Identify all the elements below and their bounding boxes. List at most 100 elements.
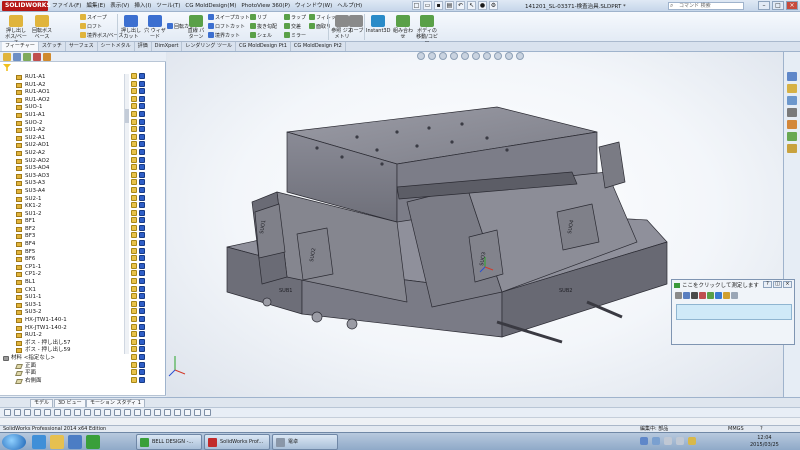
measure-selection-field[interactable] xyxy=(676,304,792,320)
hole-wizard-button[interactable]: 穴 ウィザード xyxy=(144,15,166,40)
tree-item[interactable]: RU1-2 xyxy=(0,332,125,340)
maximize-button[interactable]: □ xyxy=(772,1,784,10)
custom-properties-icon[interactable] xyxy=(787,132,797,141)
tree-item[interactable]: SU1-A2 xyxy=(0,127,125,135)
menu-view[interactable]: 表示(V) xyxy=(110,2,129,10)
sweep-cut-button[interactable]: スイープカット xyxy=(208,14,250,21)
save-icon[interactable]: ▪ xyxy=(434,1,443,10)
property-manager-icon[interactable] xyxy=(13,53,21,61)
arc-tool-icon[interactable] xyxy=(34,409,41,416)
new-icon[interactable]: □ xyxy=(412,1,421,10)
configuration-manager-icon[interactable] xyxy=(23,53,31,61)
mirror-button[interactable]: ミラー xyxy=(284,32,306,39)
tree-item[interactable]: RU1-AO1 xyxy=(0,89,125,97)
chamfer-sketch-icon[interactable] xyxy=(154,409,161,416)
text-tool-icon[interactable] xyxy=(134,409,141,416)
tab-render-tools[interactable]: レンダリング ツール xyxy=(182,42,237,51)
design-library-icon[interactable] xyxy=(787,84,797,93)
history-icon[interactable] xyxy=(715,292,722,299)
spline-tool-icon[interactable] xyxy=(44,409,51,416)
loft-cut-button[interactable]: ロフトカット xyxy=(208,23,245,30)
menu-photoview[interactable]: PhotoView 360(P) xyxy=(241,2,290,10)
view-palette-icon[interactable] xyxy=(787,108,797,117)
sketch-more-icon[interactable] xyxy=(204,409,211,416)
explorer-icon[interactable] xyxy=(50,435,64,449)
options-icon[interactable]: ⚙ xyxy=(489,1,498,10)
offset-tool-icon[interactable] xyxy=(94,409,101,416)
boundary-cut-button[interactable]: 境界カット xyxy=(208,32,240,39)
fillet-sketch-icon[interactable] xyxy=(144,409,151,416)
ellipse-tool-icon[interactable] xyxy=(194,409,201,416)
open-icon[interactable]: ▭ xyxy=(423,1,432,10)
polygon-tool-icon[interactable] xyxy=(184,409,191,416)
ie-icon[interactable] xyxy=(32,435,46,449)
search-input[interactable]: ⌕ コマンド 検索 xyxy=(668,2,744,10)
start-button[interactable] xyxy=(2,434,26,450)
menu-insert[interactable]: 挿入(I) xyxy=(134,2,151,10)
undo-icon[interactable]: ↶ xyxy=(456,1,465,10)
centerline-tool-icon[interactable] xyxy=(164,409,171,416)
linear-pattern-button[interactable]: 直線 パターン xyxy=(186,15,206,40)
flag-icon[interactable] xyxy=(688,437,696,445)
tree-item[interactable]: ボス - 押し出し59 xyxy=(0,347,125,355)
taskbar-calculator[interactable]: 電卓 xyxy=(272,434,338,450)
excel-icon[interactable] xyxy=(86,435,100,449)
rebuild-icon[interactable]: ● xyxy=(478,1,487,10)
clock[interactable]: 12:04 2015/03/25 xyxy=(750,435,779,449)
graphics-area[interactable]: SUO1 SUO2 SUO3 SUO4 SUB1 SUB2 xyxy=(167,52,783,397)
point-tool-icon[interactable] xyxy=(54,409,61,416)
tree-item[interactable]: RU1-A1 xyxy=(0,74,125,82)
tree-item[interactable]: SU1-1 xyxy=(0,294,125,302)
wrap-button[interactable]: ラップ xyxy=(284,14,306,21)
point-to-point-icon[interactable] xyxy=(699,292,706,299)
loft-button[interactable]: ロフト xyxy=(80,23,102,30)
projection-icon[interactable] xyxy=(707,292,714,299)
pattern-sketch-icon[interactable] xyxy=(114,409,121,416)
resources-icon[interactable] xyxy=(787,72,797,81)
print-icon[interactable]: ▤ xyxy=(445,1,454,10)
tab-evaluate[interactable]: 評価 xyxy=(135,42,152,51)
taskbar-bell-design[interactable]: BELL DESIGN -... xyxy=(136,434,202,450)
network-icon[interactable] xyxy=(664,437,672,445)
appearances-icon[interactable] xyxy=(787,120,797,129)
tree-item[interactable]: BF4 xyxy=(0,241,125,249)
tree-item[interactable]: SU2-A1 xyxy=(0,135,125,143)
mirror-sketch-icon[interactable] xyxy=(104,409,111,416)
tree-item[interactable]: SUO-1 xyxy=(0,104,125,112)
tree-item[interactable]: SU2-A2 xyxy=(0,150,125,158)
tree-item[interactable]: RU1-A2 xyxy=(0,82,125,90)
tree-item[interactable]: BL1 xyxy=(0,279,125,287)
dimension-tool-icon[interactable] xyxy=(64,409,71,416)
rectangle-tool-icon[interactable] xyxy=(14,409,21,416)
shell-button[interactable]: シェル xyxy=(250,32,272,39)
part-model[interactable]: SUO1 SUO2 SUO3 SUO4 SUB1 SUB2 xyxy=(167,52,783,397)
select-icon[interactable]: ↖ xyxy=(467,1,476,10)
convert-entities-icon[interactable] xyxy=(124,409,131,416)
tree-item[interactable]: SU3-AO3 xyxy=(0,173,125,181)
tree-item[interactable]: KK1-2 xyxy=(0,203,125,211)
media-player-icon[interactable] xyxy=(68,435,82,449)
measure-collapse-button[interactable]: ◫ xyxy=(773,281,782,288)
horizontal-scrollbar[interactable] xyxy=(0,417,800,425)
tree-item-plane[interactable]: 平面 xyxy=(0,370,125,378)
menu-file[interactable]: ファイル(F) xyxy=(52,2,81,10)
units-icon[interactable] xyxy=(683,292,690,299)
forum-icon[interactable] xyxy=(787,144,797,153)
curves-button[interactable]: カーブ xyxy=(348,15,364,34)
ime-icon[interactable] xyxy=(652,437,660,445)
tree-item[interactable]: SU2-AO2 xyxy=(0,158,125,166)
tree-item-plane[interactable]: 右側面 xyxy=(0,378,125,386)
tree-item[interactable]: SU1-A1 xyxy=(0,112,125,120)
tree-item[interactable]: SUO-2 xyxy=(0,120,125,128)
tree-item[interactable]: SU3-AO4 xyxy=(0,165,125,173)
tree-scrollbar[interactable] xyxy=(124,74,129,354)
tree-item[interactable]: BF5 xyxy=(0,249,125,257)
tree-item-plane[interactable]: 正面 xyxy=(0,363,125,371)
language-bar-icon[interactable] xyxy=(640,437,648,445)
measure-close-button[interactable]: × xyxy=(783,281,792,288)
volume-icon[interactable] xyxy=(676,437,684,445)
tab-cg-molddesign-2[interactable]: CG MoldDesign Pt2 xyxy=(291,42,346,51)
close-button[interactable]: × xyxy=(786,1,798,10)
tree-item[interactable]: SU3-A3 xyxy=(0,180,125,188)
tree-item[interactable]: BF6 xyxy=(0,256,125,264)
